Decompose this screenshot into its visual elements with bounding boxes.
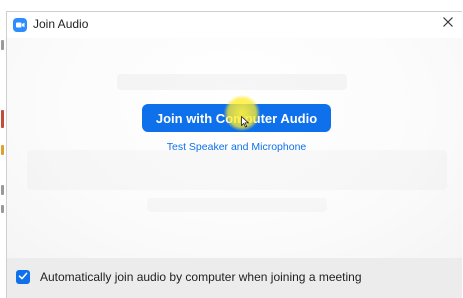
close-button[interactable] [434, 12, 462, 36]
zoom-app-icon [13, 18, 27, 32]
auto-join-audio-label: Automatically join audio by computer whe… [40, 270, 362, 284]
join-audio-dialog: Join Audio Join with Computer Audio Test… [6, 11, 462, 298]
test-speaker-and-microphone-link[interactable]: Test Speaker and Microphone [107, 141, 366, 153]
dialog-footer: Automatically join audio by computer whe… [7, 258, 462, 298]
checkmark-icon [18, 268, 28, 286]
background-shadow [27, 150, 447, 190]
join-with-computer-audio-button[interactable]: Join with Computer Audio [142, 104, 331, 132]
title-bar: Join Audio [7, 12, 462, 38]
background-shadow [147, 198, 327, 212]
close-icon [442, 15, 454, 33]
background-shadow [117, 74, 347, 90]
auto-join-audio-checkbox[interactable] [16, 270, 30, 284]
window-title: Join Audio [33, 17, 89, 31]
